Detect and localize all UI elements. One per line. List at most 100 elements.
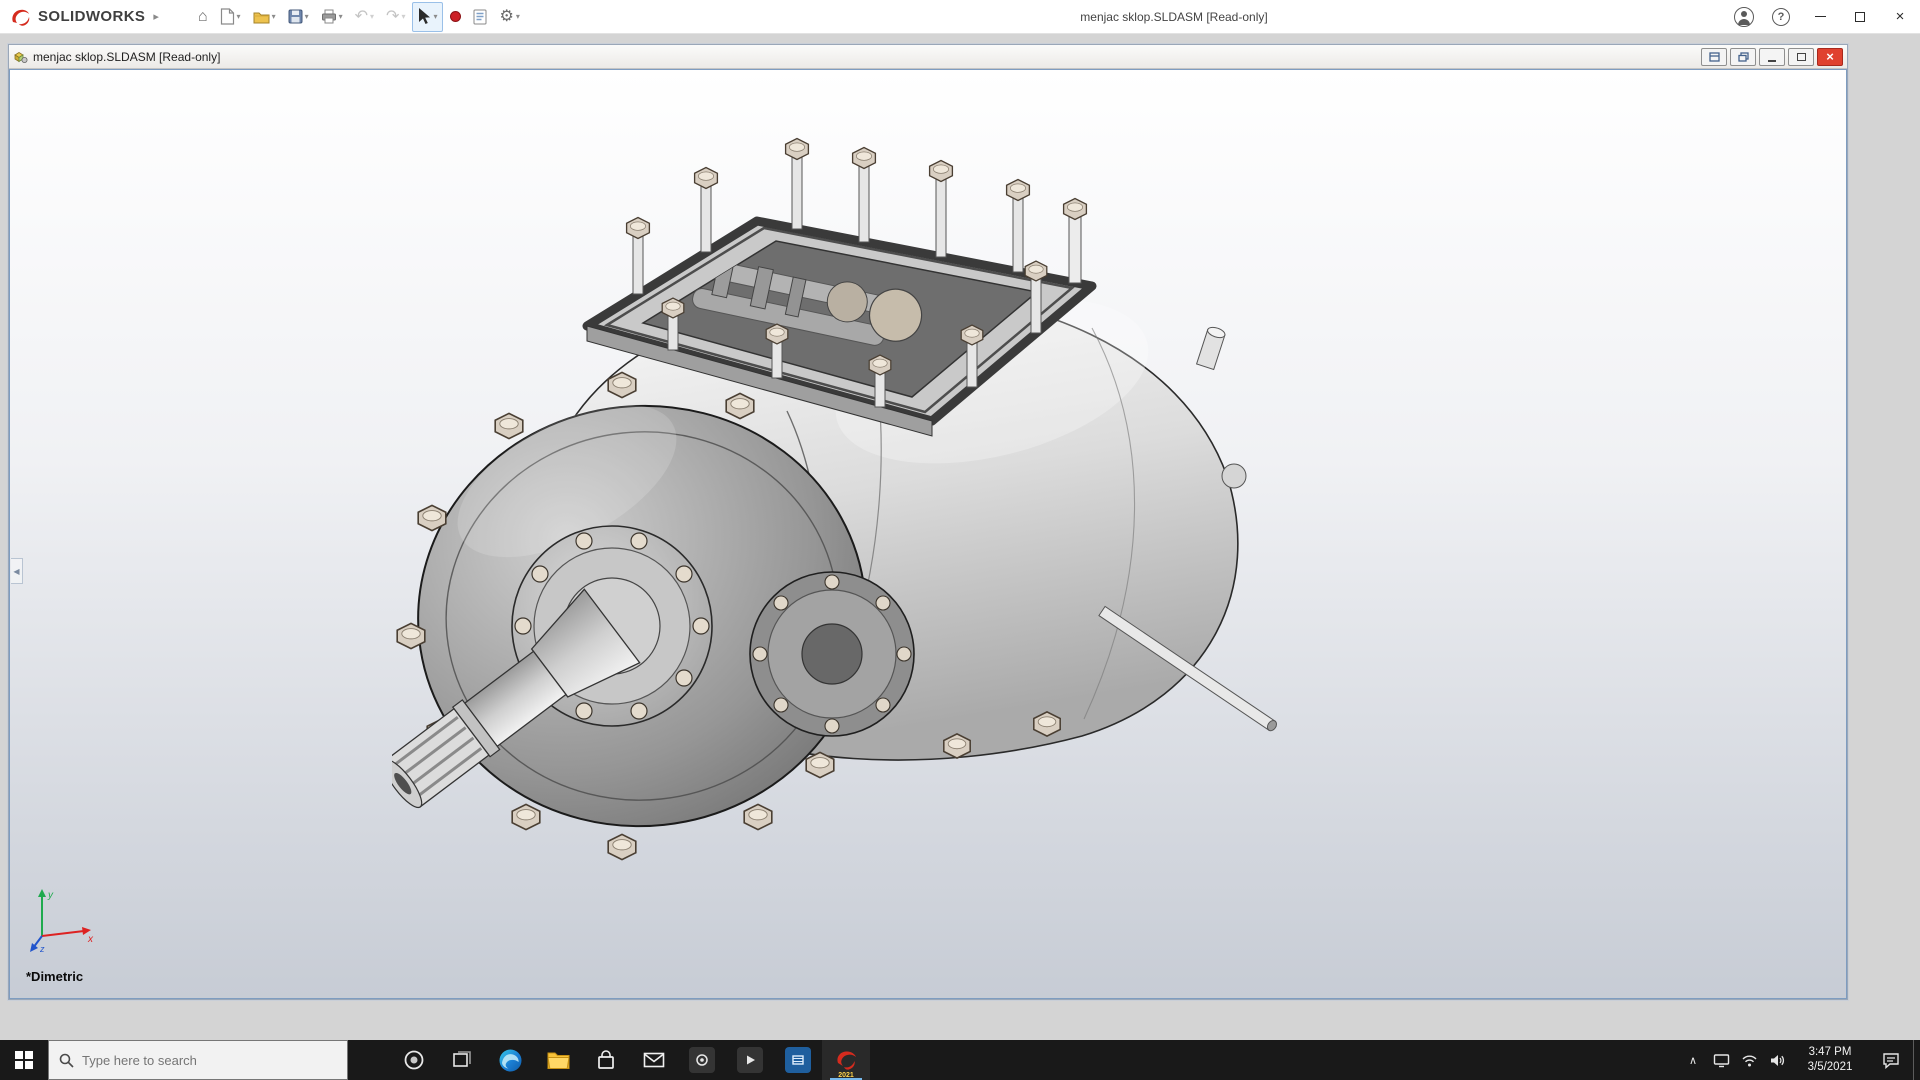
redo-caret-icon: ▾	[401, 12, 405, 21]
window-controls: ? ×	[1726, 0, 1920, 34]
chevron-up-icon: ∧	[1689, 1054, 1697, 1067]
tray-network-button[interactable]	[1735, 1040, 1763, 1080]
store-icon	[595, 1049, 617, 1071]
save-button[interactable]: ▾	[283, 2, 314, 32]
open-button[interactable]: ▾	[248, 2, 281, 32]
doc-restore-icon	[1797, 53, 1806, 61]
save-icon	[288, 9, 303, 24]
wifi-icon	[1741, 1053, 1758, 1068]
photos-app-icon	[689, 1047, 715, 1073]
app-maximize-button[interactable]	[1840, 0, 1880, 34]
maximize-icon	[1855, 12, 1865, 22]
media-player-app-icon	[737, 1047, 763, 1073]
help-icon[interactable]: ?	[1772, 8, 1790, 26]
edge-icon	[498, 1048, 523, 1073]
print-button[interactable]: ▾	[316, 2, 348, 32]
clock-date: 3/5/2021	[1791, 1060, 1869, 1075]
record-macro-button[interactable]	[445, 2, 466, 32]
new-document-caret-icon[interactable]: ▾	[237, 12, 241, 21]
doc-minimize-button[interactable]	[1759, 48, 1785, 66]
app-minimize-button[interactable]	[1800, 0, 1840, 34]
options-button[interactable]: ⚙ ▾	[494, 2, 524, 32]
triad-z-label: z	[39, 944, 45, 954]
save-caret-icon[interactable]: ▾	[305, 12, 309, 21]
undo-caret-icon: ▾	[370, 12, 374, 21]
new-document-button[interactable]: ▾	[215, 2, 246, 32]
windows-logo-icon	[15, 1051, 33, 1069]
select-tool-button[interactable]: ▾	[412, 2, 443, 32]
panel-collapse-icon: ◀	[13, 567, 19, 576]
start-button[interactable]	[0, 1040, 48, 1080]
search-input[interactable]	[82, 1053, 312, 1068]
view-orientation-label: *Dimetric	[26, 969, 83, 984]
redo-button[interactable]: ↷ ▾	[381, 2, 410, 32]
home-button[interactable]: ⌂	[193, 2, 213, 32]
solidworks-taskbar-icon	[834, 1049, 858, 1071]
app-close-button[interactable]: ×	[1880, 0, 1920, 34]
brand-expand-arrow-icon[interactable]: ▸	[153, 10, 159, 23]
open-folder-icon	[253, 10, 270, 24]
print-caret-icon[interactable]: ▾	[339, 12, 343, 21]
mail-button[interactable]	[630, 1040, 678, 1080]
document-window-controls: ×	[1698, 48, 1843, 66]
doc-cascade-button[interactable]	[1730, 48, 1756, 66]
display-icon	[1713, 1053, 1730, 1068]
secondary-cover	[750, 572, 914, 736]
task-view-icon	[451, 1049, 473, 1071]
task-view-button[interactable]	[438, 1040, 486, 1080]
document-titlebar[interactable]: menjac sklop.SLDASM [Read-only] ×	[9, 45, 1847, 69]
solidworks-taskbar-button[interactable]: 2021	[822, 1040, 870, 1080]
pinned-app-media-button[interactable]	[726, 1040, 774, 1080]
tray-display-button[interactable]	[1707, 1040, 1735, 1080]
application-title: menjac sklop.SLDASM [Read-only]	[1080, 10, 1267, 24]
solidworks-logo: SOLIDWORKS ▸	[0, 7, 167, 27]
doc-close-icon: ×	[1826, 50, 1834, 63]
pinned-app-photos-button[interactable]	[678, 1040, 726, 1080]
document-title: menjac sklop.SLDASM [Read-only]	[33, 50, 220, 64]
file-properties-icon	[473, 9, 487, 25]
system-tray: ∧ 3:47 PM 3/5/2021	[1679, 1040, 1920, 1080]
tray-overflow-button[interactable]: ∧	[1679, 1040, 1707, 1080]
orientation-triad: y x z	[28, 884, 100, 956]
cortana-icon	[403, 1049, 425, 1071]
doc-restore-button[interactable]	[1788, 48, 1814, 66]
action-center-button[interactable]	[1869, 1040, 1913, 1080]
triad-y-label: y	[47, 890, 54, 901]
select-arrow-icon	[418, 8, 431, 25]
cortana-button[interactable]	[390, 1040, 438, 1080]
edge-button[interactable]	[486, 1040, 534, 1080]
print-icon	[321, 9, 337, 24]
document-window: menjac sklop.SLDASM [Read-only] × ◀	[8, 44, 1848, 1000]
account-icon[interactable]	[1734, 7, 1754, 27]
close-icon: ×	[1896, 8, 1905, 25]
panel-collapse-handle[interactable]: ◀	[11, 558, 23, 584]
open-caret-icon[interactable]: ▾	[272, 12, 276, 21]
file-properties-button[interactable]	[468, 2, 492, 32]
triad-x-label: x	[87, 934, 94, 945]
file-explorer-button[interactable]	[534, 1040, 582, 1080]
select-tool-caret-icon[interactable]: ▾	[433, 12, 437, 21]
pinned-app-movies-button[interactable]	[774, 1040, 822, 1080]
3d-model-gearbox[interactable]	[392, 116, 1332, 896]
show-desktop-button[interactable]	[1913, 1040, 1920, 1080]
store-button[interactable]	[582, 1040, 630, 1080]
record-macro-icon	[450, 11, 461, 22]
options-gear-icon: ⚙	[499, 9, 513, 25]
minimize-icon	[1815, 16, 1826, 18]
doc-close-button[interactable]: ×	[1817, 48, 1843, 66]
tray-volume-button[interactable]	[1763, 1040, 1791, 1080]
windows-taskbar: 2021 ∧ 3:47 PM 3/5/2021	[0, 1040, 1920, 1080]
doc-tile-button[interactable]	[1701, 48, 1727, 66]
action-center-icon	[1882, 1052, 1900, 1069]
undo-button[interactable]: ↶ ▾	[350, 2, 379, 32]
tile-windows-icon	[1709, 52, 1720, 62]
taskbar-clock[interactable]: 3:47 PM 3/5/2021	[1791, 1045, 1869, 1075]
graphics-viewport[interactable]: ◀	[9, 69, 1847, 999]
search-icon	[59, 1053, 74, 1068]
undo-icon: ↶	[355, 9, 368, 25]
taskbar-search[interactable]	[48, 1040, 348, 1080]
application-titlebar: SOLIDWORKS ▸ ⌂ ▾ ▾ ▾	[0, 0, 1920, 34]
clock-time: 3:47 PM	[1791, 1045, 1869, 1060]
solidworks-logo-icon	[10, 7, 32, 27]
options-caret-icon[interactable]: ▾	[516, 12, 520, 21]
